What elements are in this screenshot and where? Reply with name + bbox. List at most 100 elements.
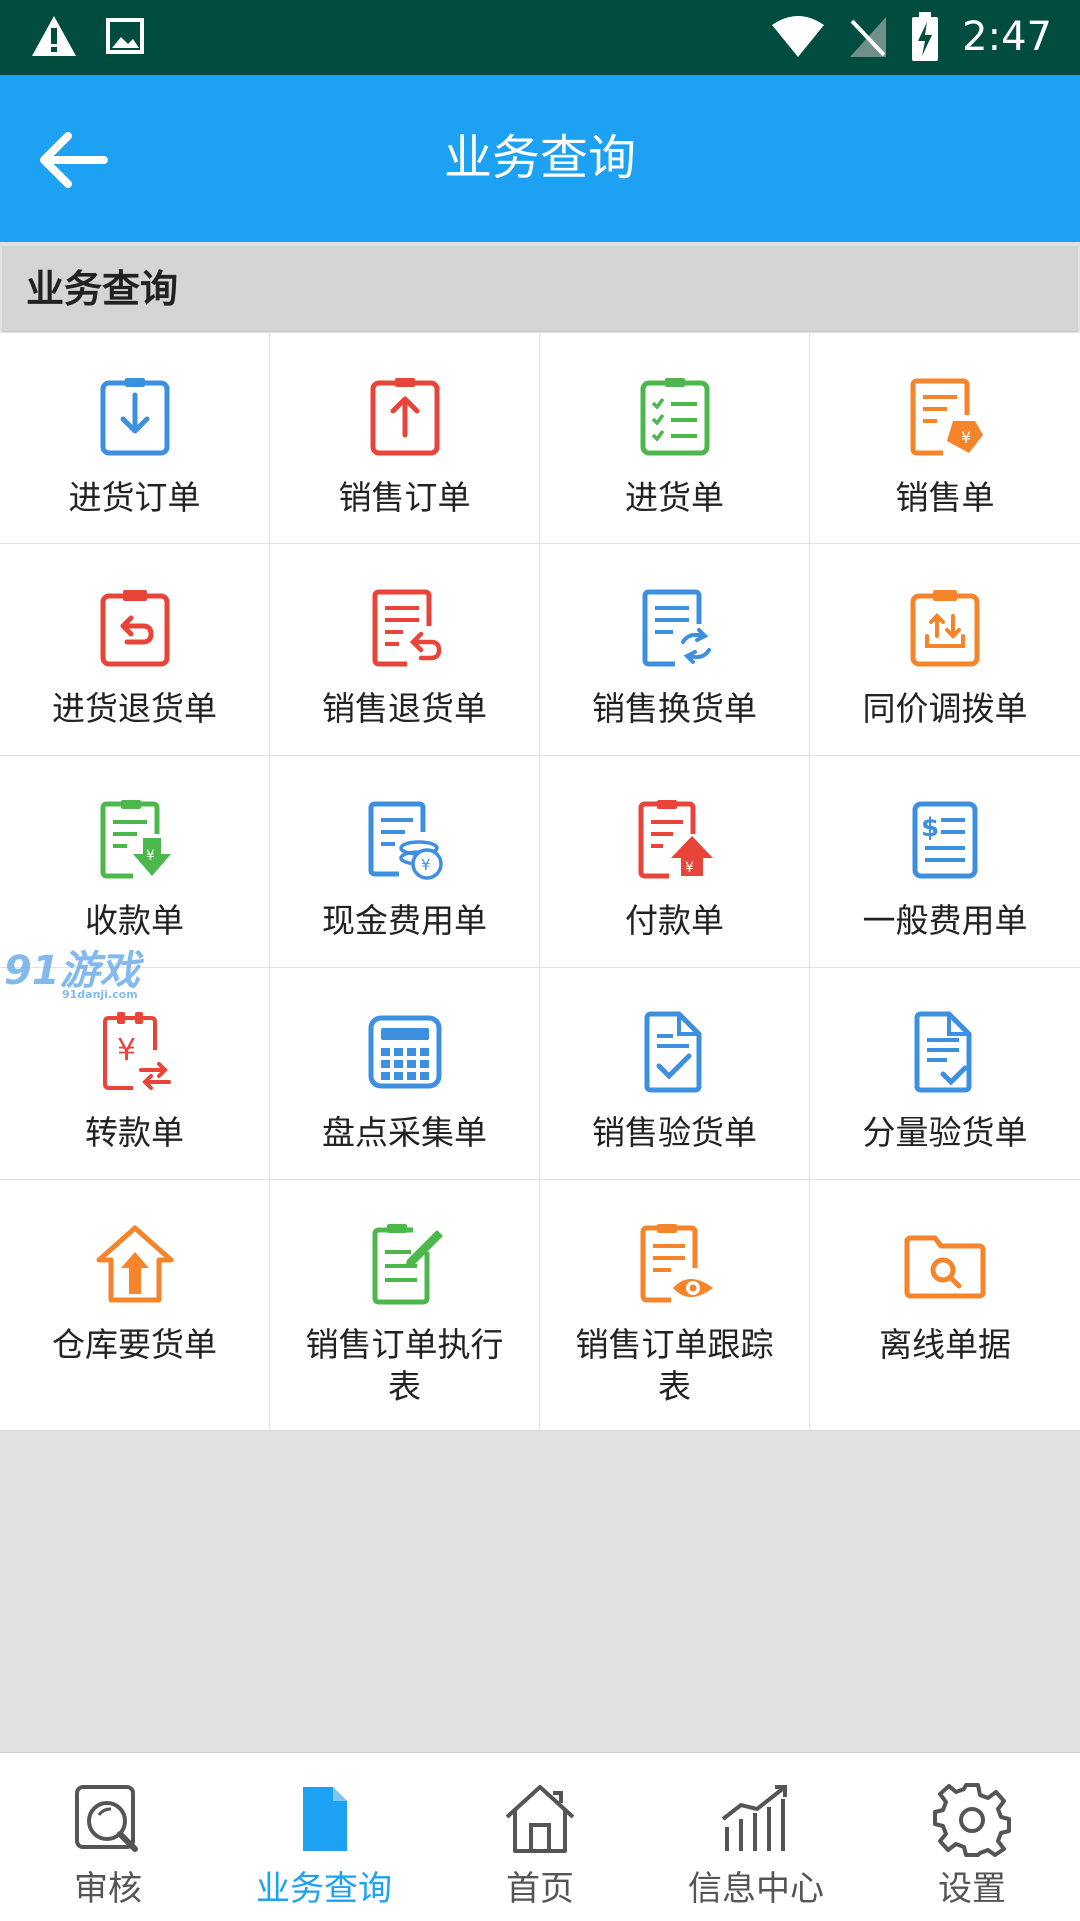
grid-item-sales-exchange[interactable]: 销售换货单 <box>540 544 810 755</box>
receive-money-icon: ¥ <box>100 800 171 879</box>
grid-item-label: 同价调拨单 <box>862 689 1028 728</box>
nav-label: 首页 <box>506 1869 574 1909</box>
edit-document-icon <box>372 1224 443 1305</box>
grid-item-label: 销售换货单 <box>592 689 757 728</box>
checklist-icon <box>640 378 709 456</box>
grid-item-offline-documents[interactable]: 离线单据 <box>810 1180 1080 1430</box>
grid-item-cash-expense[interactable]: ¥ 现金费用单 <box>270 756 540 967</box>
watermark-logo: 91游戏 91danji.com <box>4 938 140 1001</box>
grid-item-payment[interactable]: ¥ 付款单 <box>540 756 810 967</box>
grid-item-label: 销售订单跟踪表 <box>575 1325 774 1406</box>
grid-item-purchase-return[interactable]: 进货退货单 <box>0 544 270 755</box>
grid-item-order-execution-report[interactable]: 销售订单执行表 <box>270 1180 540 1430</box>
price-tag-document-icon: ¥ <box>910 378 983 456</box>
section-header: 业务查询 <box>2 246 1078 332</box>
svg-text:¥: ¥ <box>421 856 431 874</box>
calculator-icon <box>368 1015 441 1089</box>
return-document-icon <box>372 589 441 667</box>
check-document-icon <box>644 1011 701 1093</box>
no-signal-icon <box>850 17 887 57</box>
grid-item-label: 分量验货单 <box>862 1113 1028 1152</box>
gear-icon <box>933 1783 1011 1857</box>
grid-item-transfer[interactable]: 同价调拨单 <box>810 544 1080 755</box>
return-clipboard-icon <box>100 590 169 667</box>
back-arrow-icon[interactable] <box>30 115 120 205</box>
app-bar: 业务查询 <box>0 75 1080 242</box>
grid-item-label: 进货单 <box>625 478 724 517</box>
house-up-arrow-icon <box>96 1225 173 1303</box>
grid-item-receipt-payment[interactable]: ¥ 收款单 <box>0 756 270 967</box>
list-check-document-icon <box>914 1011 972 1093</box>
cash-coins-document-icon: ¥ <box>368 801 443 880</box>
nav-item-home[interactable]: 首页 <box>432 1753 648 1921</box>
grid-row: ¥ 转款单 盘点采集单 销售验货单 分量验货单 <box>0 968 1080 1180</box>
yuan-transfer-icon: ¥ <box>102 1012 171 1090</box>
grid-item-label: 离线单据 <box>879 1325 1011 1364</box>
grid-item-label: 销售单 <box>895 478 995 517</box>
grid-item-label: 进货订单 <box>68 478 201 517</box>
grid-item-warehouse-request[interactable]: 仓库要货单 <box>0 1180 270 1430</box>
grid-item-label: 销售退货单 <box>322 689 487 728</box>
grid-item-label: 收款单 <box>85 901 184 940</box>
status-time: 2:47 <box>962 14 1052 60</box>
eye-document-icon <box>640 1224 713 1303</box>
grid-row: 进货订单 销售订单 进货单 ¥ 销售单 <box>0 333 1080 544</box>
grid-item-weight-inspection[interactable]: 分量验货单 <box>810 968 1080 1179</box>
svg-text:¥: ¥ <box>146 848 155 864</box>
folder-search-icon <box>904 1235 986 1299</box>
grid-item-label: 销售订单执行表 <box>305 1325 504 1406</box>
grid-item-sales-order[interactable]: 销售订单 <box>270 333 540 543</box>
grid-row: 进货退货单 销售退货单 销售换货单 同价调拨单 <box>0 544 1080 756</box>
pay-money-icon: ¥ <box>638 800 713 879</box>
chart-icon <box>721 1785 787 1851</box>
upload-clipboard-icon <box>370 378 439 456</box>
grid-item-label: 销售订单 <box>338 478 471 517</box>
nav-label: 业务查询 <box>256 1869 392 1909</box>
download-clipboard-icon <box>100 378 169 456</box>
nav-label: 信息中心 <box>688 1869 824 1909</box>
battery-charging-icon <box>912 12 939 61</box>
grid-item-label: 盘点采集单 <box>322 1113 487 1152</box>
grid-item-purchase-order[interactable]: 进货订单 <box>0 333 270 543</box>
nav-item-audit[interactable]: 审核 <box>0 1753 216 1921</box>
grid-item-label: 一般费用单 <box>862 901 1028 940</box>
section-title: 业务查询 <box>26 267 179 311</box>
grid-item-label: 转款单 <box>85 1113 184 1152</box>
image-notification-icon <box>106 18 144 54</box>
grid-item-sales-return[interactable]: 销售退货单 <box>270 544 540 755</box>
grid-item-label: 现金费用单 <box>322 901 487 940</box>
grid-item-inventory-count[interactable]: 盘点采集单 <box>270 968 540 1179</box>
svg-text:¥: ¥ <box>117 1033 136 1068</box>
nav-item-business-query[interactable]: 业务查询 <box>216 1753 432 1921</box>
wifi-icon <box>772 16 825 57</box>
nav-label: 审核 <box>74 1869 142 1909</box>
svg-text:$: $ <box>921 813 939 843</box>
grid-row: ¥ 收款单 ¥ 现金费用单 ¥ 付款单 $ 一般费用单 <box>0 756 1080 968</box>
warning-icon <box>32 16 76 56</box>
grid-item-label: 销售验货单 <box>592 1113 757 1152</box>
audit-search-icon <box>75 1785 138 1852</box>
exchange-document-icon <box>642 589 711 667</box>
grid-item-sales-inspection[interactable]: 销售验货单 <box>540 968 810 1179</box>
nav-item-info-center[interactable]: 信息中心 <box>648 1753 864 1921</box>
grid-item-general-expense[interactable]: $ 一般费用单 <box>810 756 1080 967</box>
business-query-grid: 进货订单 销售订单 进货单 ¥ 销售单 进货退货单 销售退货单 销售换货单 同价… <box>0 333 1080 1431</box>
grid-item-purchase-receipt[interactable]: 进货单 <box>540 333 810 543</box>
grid-row: 仓库要货单 销售订单执行表 销售订单跟踪表 离线单据 <box>0 1180 1080 1430</box>
status-bar: 2:47 <box>0 0 1080 75</box>
watermark-subtext: 91danji.com <box>62 988 138 1001</box>
grid-item-label: 进货退货单 <box>52 689 217 728</box>
dollar-document-icon: $ <box>912 801 978 879</box>
document-icon <box>303 1787 347 1851</box>
grid-item-label: 付款单 <box>625 901 724 940</box>
page-title: 业务查询 <box>443 130 636 186</box>
svg-text:¥: ¥ <box>961 428 971 447</box>
bottom-nav: 审核 业务查询 首页 信息中心 设置 <box>0 1752 1080 1921</box>
grid-item-sales-receipt[interactable]: ¥ 销售单 <box>810 333 1080 543</box>
nav-item-settings[interactable]: 设置 <box>864 1753 1080 1921</box>
grid-item-order-tracking-report[interactable]: 销售订单跟踪表 <box>540 1180 810 1430</box>
svg-text:¥: ¥ <box>685 860 694 876</box>
grid-item-label: 仓库要货单 <box>52 1325 217 1364</box>
transfer-clipboard-icon <box>910 590 980 667</box>
home-icon <box>505 1785 575 1853</box>
